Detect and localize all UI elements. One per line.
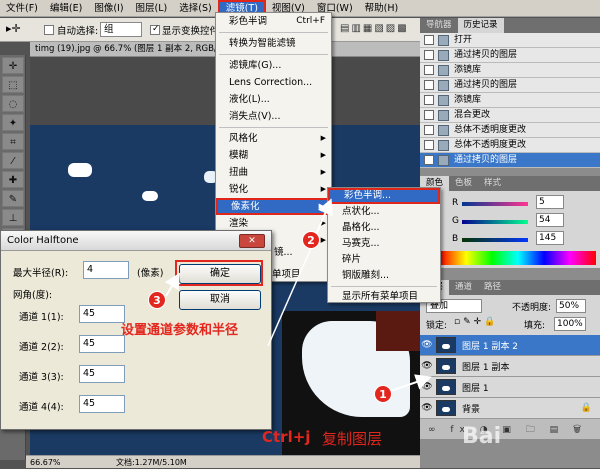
step-3-badge: 3 <box>148 291 166 309</box>
step-1-caption: 复制图层 <box>322 430 383 448</box>
step-3-caption: 设置通道参数和半径 <box>121 323 239 338</box>
annotation-arrows <box>164 198 432 393</box>
step-2-badge: 2 <box>302 231 320 249</box>
step-1-badge: 1 <box>374 385 392 403</box>
watermark-logo: Bai <box>462 424 502 449</box>
arrow-line-dialog <box>267 245 313 347</box>
arrow-step-3 <box>164 272 181 297</box>
step-1-hotkey: Ctrl+j <box>262 428 311 446</box>
arrow-step-1 <box>387 374 432 393</box>
